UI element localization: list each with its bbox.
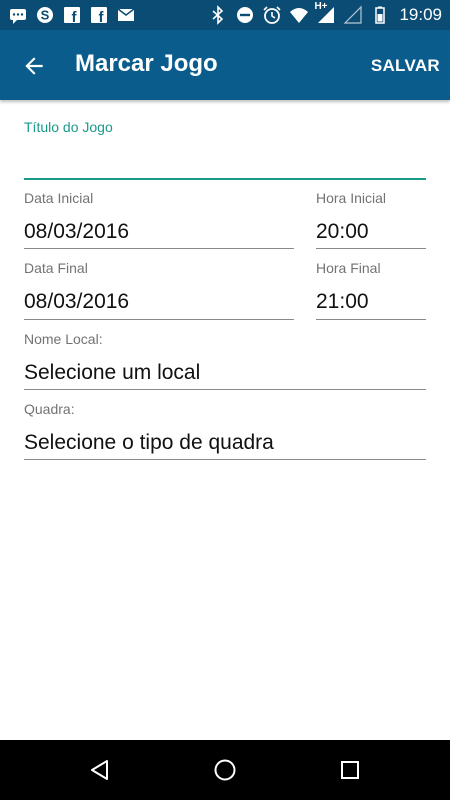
home-circle-icon <box>214 759 236 781</box>
mail-icon <box>116 5 136 25</box>
wifi-icon <box>289 5 309 25</box>
signal-icon <box>343 5 363 25</box>
system-icons: H+ 19:09 <box>208 1 442 25</box>
status-clock: 19:09 <box>399 5 442 24</box>
start-time-field[interactable]: 20:00 <box>316 220 369 244</box>
save-button[interactable]: SALVAR <box>371 56 440 76</box>
bluetooth-icon <box>208 5 228 25</box>
start-time-underline <box>316 248 426 249</box>
skype-icon: S <box>35 5 55 25</box>
start-date-field[interactable]: 08/03/2016 <box>24 220 129 244</box>
start-time-label: Hora Inicial <box>316 190 387 206</box>
location-underline <box>24 389 426 390</box>
start-date-underline <box>24 248 294 249</box>
alarm-icon <box>262 5 282 25</box>
title-field-input[interactable] <box>24 150 426 176</box>
end-date-underline <box>24 319 294 320</box>
back-triangle-icon <box>91 760 108 780</box>
battery-icon <box>370 5 390 25</box>
page-title: Marcar Jogo <box>75 50 218 77</box>
nav-recents-button[interactable] <box>335 755 365 785</box>
nav-home-button[interactable] <box>210 755 240 785</box>
app-toolbar: Marcar Jogo SALVAR <box>0 30 450 100</box>
title-field-underline <box>24 178 426 180</box>
end-time-label: Hora Final <box>316 260 381 276</box>
court-underline <box>24 459 426 460</box>
end-time-underline <box>316 319 426 320</box>
end-date-field[interactable]: 08/03/2016 <box>24 290 129 314</box>
network-type-label: H+ <box>314 1 328 12</box>
facebook-icon: f <box>62 5 82 25</box>
chat-bubble-icon <box>8 5 28 25</box>
end-time-field[interactable]: 21:00 <box>316 290 369 314</box>
start-date-label: Data Inicial <box>24 190 94 206</box>
signal-icon: H+ <box>314 1 336 25</box>
court-selector[interactable]: Selecione o tipo de quadra <box>24 431 274 455</box>
location-label: Nome Local: <box>24 331 103 347</box>
title-field-label: Título do Jogo <box>24 119 113 135</box>
location-selector[interactable]: Selecione um local <box>24 361 200 385</box>
end-date-label: Data Final <box>24 260 88 276</box>
notification-icons: S f f <box>8 5 136 25</box>
nav-back-button[interactable] <box>85 755 115 785</box>
system-nav-bar <box>0 740 450 800</box>
arrow-back-icon <box>25 57 43 75</box>
court-label: Quadra: <box>24 401 75 417</box>
back-button[interactable] <box>18 50 50 82</box>
svg-text:S: S <box>41 8 50 23</box>
recents-square-icon <box>341 761 359 779</box>
facebook-icon: f <box>89 5 109 25</box>
do-not-disturb-icon <box>235 5 255 25</box>
status-bar: S f f H+ 19:09 <box>0 0 450 30</box>
